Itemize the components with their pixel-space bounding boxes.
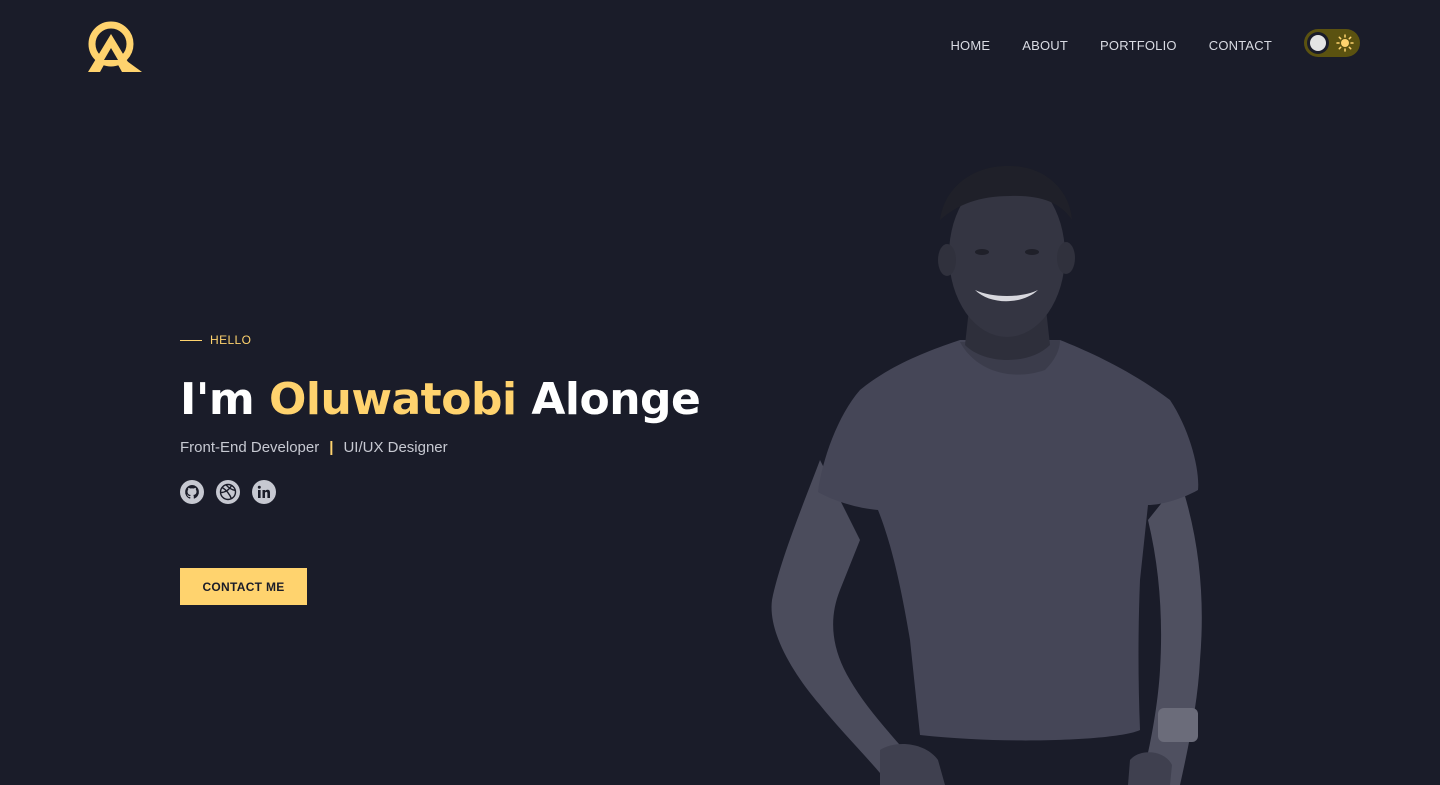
main-nav: HOME ABOUT PORTFOLIO CONTACT: [950, 0, 1360, 90]
eyebrow-text: HELLO: [210, 333, 252, 347]
nav-contact[interactable]: CONTACT: [1209, 38, 1272, 53]
page: HOME ABOUT PORTFOLIO CONTACT HELLO I'm O…: [0, 0, 1440, 785]
profile-photo: [771, 165, 1202, 785]
linkedin-icon[interactable]: [252, 480, 276, 504]
hero-headline: I'm Oluwatobi Alonge: [180, 374, 701, 425]
logo-icon[interactable]: [80, 20, 142, 72]
nav-about[interactable]: ABOUT: [1022, 38, 1068, 53]
hello-eyebrow: HELLO: [180, 333, 251, 347]
role-frontend: Front-End Developer: [180, 439, 320, 456]
theme-toggle[interactable]: [1304, 29, 1360, 57]
roles: Front-End Developer | UI/UX Designer: [180, 439, 448, 456]
github-icon[interactable]: [180, 480, 204, 504]
headline-prefix: I'm: [180, 374, 255, 425]
nav-home[interactable]: HOME: [950, 38, 990, 53]
headline-name: Oluwatobi: [269, 374, 517, 425]
dribbble-icon[interactable]: [216, 480, 240, 504]
role-uiux: UI/UX Designer: [343, 439, 448, 456]
role-separator: |: [329, 439, 334, 456]
social-links: [180, 480, 276, 504]
nav-portfolio[interactable]: PORTFOLIO: [1100, 38, 1177, 53]
headline-suffix: Alonge: [531, 374, 701, 425]
moon-knob-icon: [1307, 32, 1329, 54]
eyebrow-line: [180, 339, 202, 341]
contact-me-button[interactable]: CONTACT ME: [180, 568, 307, 605]
sun-icon: [1336, 34, 1354, 52]
